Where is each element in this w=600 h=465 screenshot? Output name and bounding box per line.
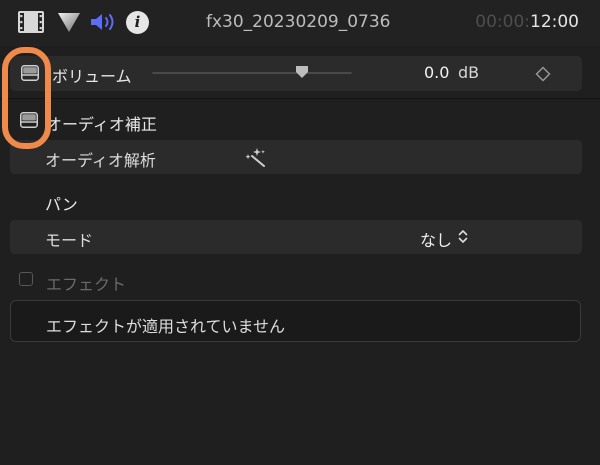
volume-value[interactable]: 0.0: [424, 63, 449, 82]
magic-wand-icon[interactable]: [243, 146, 267, 168]
volume-row: ボリューム 0.0 dB: [10, 56, 582, 91]
color-icon[interactable]: [57, 11, 81, 33]
effects-list: エフェクトが適用されていません: [10, 300, 581, 342]
chevron-up-down-icon[interactable]: [458, 229, 468, 244]
section-divider: [0, 98, 600, 99]
pan-mode-label: モード: [45, 231, 94, 250]
audio-analysis-label: オーディオ解析: [45, 151, 156, 170]
effects-empty-message: エフェクトが適用されていません: [46, 317, 286, 336]
timecode-leading: 00:00:: [475, 12, 530, 32]
volume-slider-knob[interactable]: [296, 66, 308, 78]
pan-title: パン: [45, 195, 78, 214]
film-icon[interactable]: [18, 11, 44, 33]
volume-unit: dB: [458, 63, 480, 82]
timecode-value: 12:00: [530, 12, 579, 32]
effects-title: エフェクト: [46, 275, 127, 294]
volume-slider-track: [152, 72, 352, 74]
volume-slider[interactable]: [152, 63, 352, 83]
pan-mode-row: モード なし: [10, 220, 582, 254]
audio-analysis-row: オーディオ解析: [10, 140, 582, 174]
pan-mode-select[interactable]: なし: [420, 227, 452, 251]
audio-inspector: i fx30_20230209_0736 00:00:12:00 ボリューム 0…: [0, 0, 600, 465]
keyframe-diamond-icon[interactable]: [535, 66, 551, 82]
clip-title: fx30_20230209_0736: [206, 12, 391, 32]
audio-icon[interactable]: [89, 11, 119, 33]
volume-label: ボリューム: [52, 67, 132, 86]
timecode: 00:00:12:00: [475, 12, 579, 32]
volume-toggle-icon[interactable]: [21, 65, 39, 81]
info-icon[interactable]: i: [126, 11, 149, 34]
audio-enhancements-toggle-icon[interactable]: [20, 112, 38, 128]
inspector-header: i fx30_20230209_0736 00:00:12:00: [0, 0, 600, 46]
audio-enhancements-title: オーディオ補正: [46, 115, 157, 134]
effects-checkbox[interactable]: [19, 272, 33, 286]
